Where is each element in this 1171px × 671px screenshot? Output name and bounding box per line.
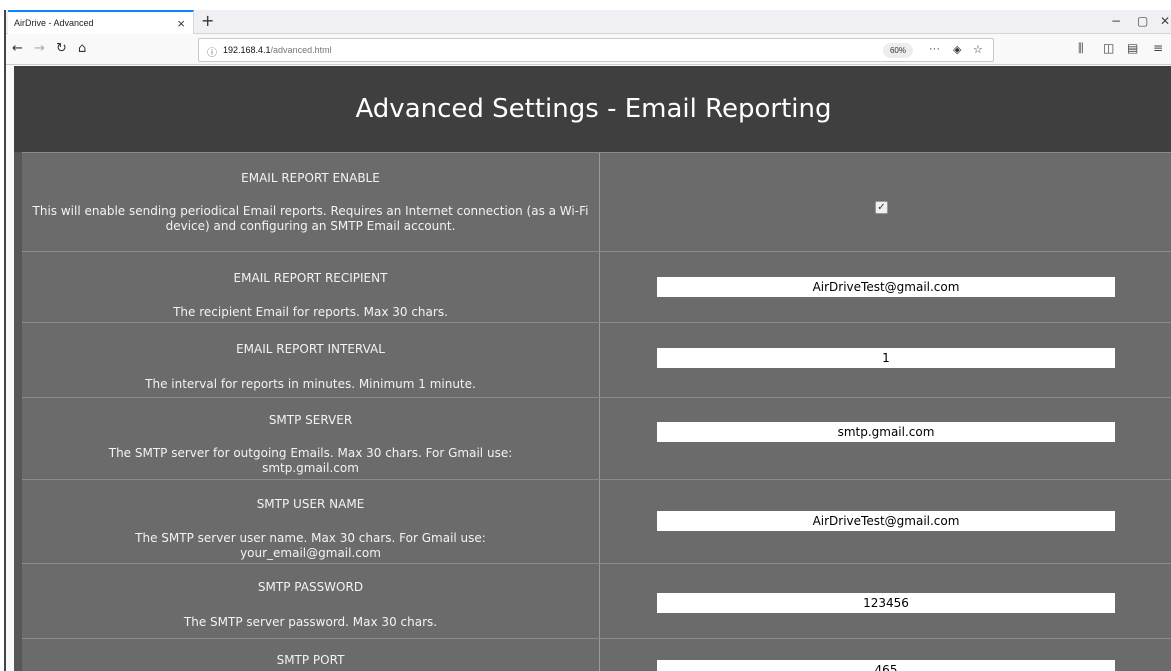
setting-row-email-report-interval: EMAIL REPORT INTERVAL The interval for r… — [22, 323, 1171, 398]
setting-description: The interval for reports in minutes. Min… — [145, 377, 476, 391]
page-content: Advanced Settings - Email Reporting EMAI… — [14, 66, 1171, 671]
page-actions-icon[interactable]: ··· — [929, 43, 940, 55]
bookmark-star-icon[interactable]: ☆ — [973, 43, 983, 56]
new-tab-button[interactable]: + — [201, 11, 214, 30]
setting-label-cell: SMTP SERVER The SMTP server for outgoing… — [22, 398, 600, 479]
setting-title: EMAIL REPORT RECIPIENT — [233, 271, 388, 285]
setting-label-cell: SMTP PASSWORD The SMTP server password. … — [22, 564, 600, 638]
setting-row-smtp-password: SMTP PASSWORD The SMTP server password. … — [22, 564, 1171, 639]
setting-control-cell — [600, 639, 1171, 671]
url-text: 192.168.4.1/advanced.html — [223, 45, 332, 55]
email-report-interval-input[interactable] — [657, 348, 1115, 368]
back-icon[interactable]: ← — [12, 41, 23, 56]
smtp-password-input[interactable] — [657, 593, 1115, 613]
setting-control-cell: ✓ — [600, 153, 1171, 251]
menu-icon[interactable]: ≡ — [1153, 41, 1163, 55]
setting-row-smtp-server: SMTP SERVER The SMTP server for outgoing… — [22, 398, 1171, 480]
close-tab-icon[interactable]: × — [177, 16, 185, 31]
setting-description: The SMTP server password. Max 30 chars. — [183, 615, 438, 629]
setting-label-cell: EMAIL REPORT INTERVAL The interval for r… — [22, 323, 600, 397]
setting-row-smtp-port: SMTP PORT — [22, 639, 1171, 671]
info-icon[interactable]: ⓘ — [207, 44, 217, 59]
url-host: 192.168.4.1 — [223, 45, 271, 55]
setting-title: SMTP USER NAME — [256, 497, 365, 511]
setting-title: SMTP PASSWORD — [257, 580, 364, 594]
setting-control-cell — [600, 252, 1171, 322]
library-icon[interactable]: ⫼ — [1078, 41, 1084, 56]
email-report-enable-checkbox[interactable]: ✓ — [875, 201, 888, 214]
browser-tab[interactable]: AirDrive - Advanced × — [8, 10, 194, 34]
setting-title: EMAIL REPORT ENABLE — [241, 171, 380, 185]
setting-control-cell — [600, 398, 1171, 479]
tab-title: AirDrive - Advanced — [14, 18, 94, 28]
smtp-port-input[interactable] — [657, 660, 1115, 671]
sidebar-icon[interactable]: ◫ — [1103, 41, 1114, 55]
minimize-icon[interactable]: − — [1111, 14, 1121, 28]
smtp-user-name-input[interactable] — [657, 511, 1115, 531]
setting-description: The SMTP server user name. Max 30 chars.… — [135, 531, 486, 560]
setting-label-cell: SMTP USER NAME The SMTP server user name… — [22, 480, 600, 563]
setting-title: EMAIL REPORT INTERVAL — [236, 342, 385, 356]
reload-icon[interactable]: ↻ — [56, 41, 67, 56]
forward-icon[interactable]: → — [34, 41, 45, 56]
home-icon[interactable]: ⌂ — [78, 41, 86, 56]
settings-table: EMAIL REPORT ENABLE This will enable sen… — [22, 152, 1171, 671]
setting-control-cell — [600, 323, 1171, 397]
setting-control-cell — [600, 480, 1171, 563]
page-title: Advanced Settings - Email Reporting — [14, 66, 1171, 152]
navigation-bar: ← → ↻ ⌂ ⓘ 192.168.4.1/advanced.html 60% … — [6, 34, 1171, 65]
setting-description: This will enable sending periodical Emai… — [32, 204, 589, 233]
close-window-icon[interactable]: ✕ — [1160, 14, 1170, 28]
browser-window: AirDrive - Advanced × + − ▢ ✕ ← → ↻ ⌂ ⓘ … — [4, 10, 1171, 671]
setting-row-email-report-enable: EMAIL REPORT ENABLE This will enable sen… — [22, 153, 1171, 252]
maximize-icon[interactable]: ▢ — [1137, 14, 1148, 28]
tab-bar: AirDrive - Advanced × + − ▢ ✕ — [6, 10, 1171, 34]
setting-title: SMTP SERVER — [268, 413, 353, 427]
setting-label-cell: SMTP PORT — [22, 639, 600, 671]
smtp-server-input[interactable] — [657, 422, 1115, 442]
email-report-recipient-input[interactable] — [657, 277, 1115, 297]
setting-description: The SMTP server for outgoing Emails. Max… — [108, 446, 513, 475]
zoom-level-badge[interactable]: 60% — [883, 43, 913, 58]
setting-description: The recipient Email for reports. Max 30 … — [173, 305, 448, 319]
setting-row-smtp-user-name: SMTP USER NAME The SMTP server user name… — [22, 480, 1171, 564]
pocket-icon[interactable]: ◈ — [953, 43, 961, 56]
address-bar[interactable]: ⓘ 192.168.4.1/advanced.html 60% ··· ◈ ☆ — [198, 38, 994, 62]
setting-label-cell: EMAIL REPORT ENABLE This will enable sen… — [22, 153, 600, 251]
setting-control-cell — [600, 564, 1171, 638]
reader-icon[interactable]: ▤ — [1127, 41, 1138, 55]
setting-row-email-report-recipient: EMAIL REPORT RECIPIENT The recipient Ema… — [22, 252, 1171, 323]
setting-label-cell: EMAIL REPORT RECIPIENT The recipient Ema… — [22, 252, 600, 322]
url-path: /advanced.html — [270, 45, 332, 55]
setting-title: SMTP PORT — [276, 653, 345, 667]
